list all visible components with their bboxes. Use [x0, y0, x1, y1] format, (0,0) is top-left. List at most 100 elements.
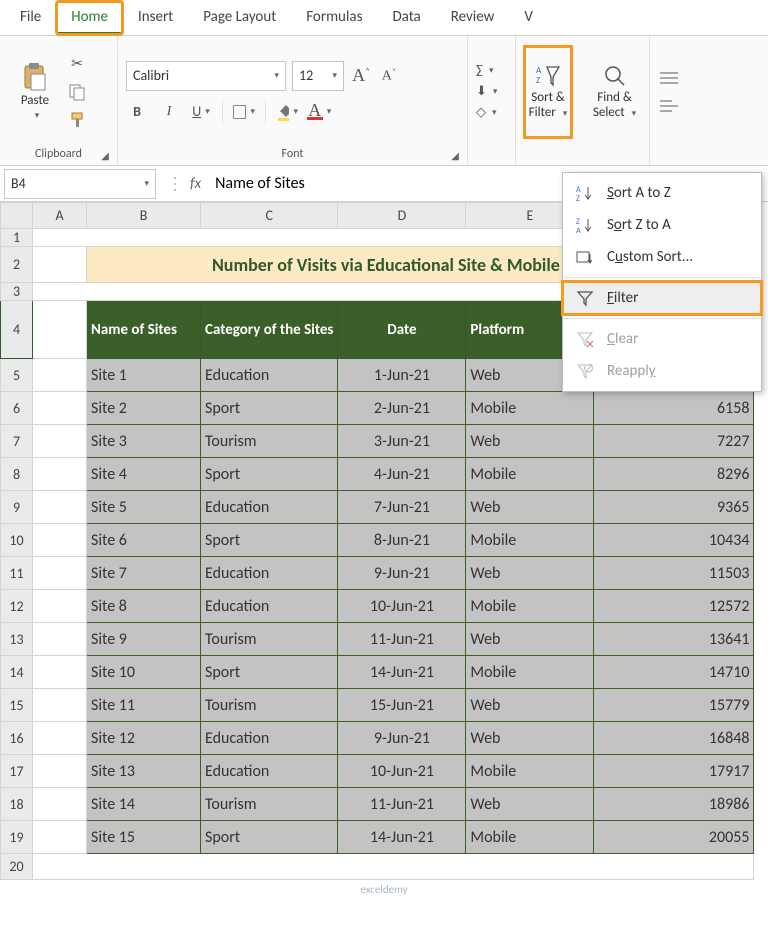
- cell-value[interactable]: 10434: [594, 524, 754, 557]
- cell-category[interactable]: Education: [201, 359, 338, 392]
- cell-site[interactable]: Site 1: [87, 359, 201, 392]
- format-painter-button[interactable]: [66, 109, 88, 131]
- font-size-combo[interactable]: 12▾: [292, 61, 344, 91]
- cell-category[interactable]: Education: [201, 491, 338, 524]
- cell-date[interactable]: 2-Jun-21: [338, 392, 466, 425]
- row-header[interactable]: 1: [1, 229, 33, 247]
- cell-value[interactable]: 8296: [594, 458, 754, 491]
- cell-category[interactable]: Sport: [201, 524, 338, 557]
- cell-date[interactable]: 14-Jun-21: [338, 821, 466, 854]
- row-header[interactable]: 8: [1, 458, 33, 491]
- cell-date[interactable]: 3-Jun-21: [338, 425, 466, 458]
- row-header[interactable]: 20: [1, 854, 33, 880]
- cell-platform[interactable]: Web: [466, 557, 594, 590]
- copy-button[interactable]: [66, 81, 88, 103]
- cell-date[interactable]: 9-Jun-21: [338, 722, 466, 755]
- italic-button[interactable]: I: [158, 101, 180, 123]
- dialog-launcher-icon[interactable]: ◢: [449, 149, 461, 161]
- cell-category[interactable]: Sport: [201, 821, 338, 854]
- cell-site[interactable]: Site 13: [87, 755, 201, 788]
- cell-site[interactable]: Site 7: [87, 557, 201, 590]
- decrease-font-button[interactable]: A˅: [378, 65, 400, 87]
- cell-value[interactable]: 18986: [594, 788, 754, 821]
- cell-value[interactable]: 6158: [594, 392, 754, 425]
- row-header[interactable]: 14: [1, 656, 33, 689]
- clear-button[interactable]: ◇▾: [476, 105, 497, 120]
- cell-category[interactable]: Tourism: [201, 425, 338, 458]
- tab-insert[interactable]: Insert: [124, 2, 187, 34]
- cell-date[interactable]: 4-Jun-21: [338, 458, 466, 491]
- formula-bar-expand-icon[interactable]: [172, 172, 184, 196]
- col-header-A[interactable]: A: [33, 203, 87, 229]
- cell-date[interactable]: 9-Jun-21: [338, 557, 466, 590]
- row-header[interactable]: 18: [1, 788, 33, 821]
- cell-platform[interactable]: Mobile: [466, 458, 594, 491]
- menu-sort-az[interactable]: AZ Sort A to Z: [563, 177, 761, 209]
- menu-filter[interactable]: Filter: [563, 282, 761, 314]
- row-header[interactable]: 5: [1, 359, 33, 392]
- cell-platform[interactable]: Web: [466, 788, 594, 821]
- fill-button[interactable]: ⬇▾: [476, 84, 497, 99]
- cell-date[interactable]: 7-Jun-21: [338, 491, 466, 524]
- col-header-D[interactable]: D: [338, 203, 466, 229]
- cell-platform[interactable]: Mobile: [466, 524, 594, 557]
- row-header[interactable]: 11: [1, 557, 33, 590]
- cell-date[interactable]: 11-Jun-21: [338, 788, 466, 821]
- cell-platform[interactable]: Web: [466, 491, 594, 524]
- cell-category[interactable]: Sport: [201, 656, 338, 689]
- cell-site[interactable]: Site 15: [87, 821, 201, 854]
- cell-platform[interactable]: Mobile: [466, 392, 594, 425]
- cell-category[interactable]: Education: [201, 557, 338, 590]
- cell-site[interactable]: Site 9: [87, 623, 201, 656]
- cell-category[interactable]: Tourism: [201, 788, 338, 821]
- cell-category[interactable]: Sport: [201, 392, 338, 425]
- row-header[interactable]: 19: [1, 821, 33, 854]
- sort-filter-button[interactable]: AZ Sort & Filter ▾: [524, 46, 572, 138]
- cell-date[interactable]: 10-Jun-21: [338, 755, 466, 788]
- align-left[interactable]: [658, 67, 680, 89]
- cell-value[interactable]: 17917: [594, 755, 754, 788]
- dialog-launcher-icon[interactable]: ◢: [99, 149, 111, 161]
- name-box[interactable]: B4 ▾: [4, 169, 156, 199]
- borders-button[interactable]: ▾: [233, 101, 255, 123]
- hdr-category[interactable]: Category of the Sites: [201, 301, 338, 359]
- cell-platform[interactable]: Mobile: [466, 755, 594, 788]
- row-header[interactable]: 9: [1, 491, 33, 524]
- cell-value[interactable]: 16848: [594, 722, 754, 755]
- cell-platform[interactable]: Web: [466, 425, 594, 458]
- cell-date[interactable]: 14-Jun-21: [338, 656, 466, 689]
- cell-date[interactable]: 1-Jun-21: [338, 359, 466, 392]
- tab-data[interactable]: Data: [378, 2, 434, 34]
- cell-site[interactable]: Site 10: [87, 656, 201, 689]
- row-header[interactable]: 6: [1, 392, 33, 425]
- cell-site[interactable]: Site 3: [87, 425, 201, 458]
- row-header[interactable]: 3: [1, 283, 33, 301]
- select-all-button[interactable]: [1, 203, 33, 229]
- cell-site[interactable]: Site 2: [87, 392, 201, 425]
- cell-value[interactable]: 11503: [594, 557, 754, 590]
- cell-category[interactable]: Education: [201, 590, 338, 623]
- tab-file[interactable]: File: [6, 2, 55, 34]
- tab-formulas[interactable]: Formulas: [292, 2, 376, 34]
- bold-button[interactable]: B: [126, 101, 148, 123]
- cell-date[interactable]: 10-Jun-21: [338, 590, 466, 623]
- autosum-button[interactable]: ∑▾: [476, 63, 497, 78]
- cell-value[interactable]: 14710: [594, 656, 754, 689]
- increase-font-button[interactable]: A˄: [350, 65, 372, 87]
- font-color-button[interactable]: A▾: [308, 101, 330, 123]
- row-header[interactable]: 12: [1, 590, 33, 623]
- cell-value[interactable]: 20055: [594, 821, 754, 854]
- cut-button[interactable]: ✂: [66, 53, 88, 75]
- hdr-name[interactable]: Name of Sites: [87, 301, 201, 359]
- cell-category[interactable]: Education: [201, 755, 338, 788]
- cell-site[interactable]: Site 14: [87, 788, 201, 821]
- cell-site[interactable]: Site 12: [87, 722, 201, 755]
- col-header-B[interactable]: B: [87, 203, 201, 229]
- cell-site[interactable]: Site 11: [87, 689, 201, 722]
- row-header[interactable]: 16: [1, 722, 33, 755]
- row-header[interactable]: 13: [1, 623, 33, 656]
- cell-category[interactable]: Sport: [201, 458, 338, 491]
- cell-date[interactable]: 8-Jun-21: [338, 524, 466, 557]
- cell-category[interactable]: Tourism: [201, 623, 338, 656]
- row-header[interactable]: 7: [1, 425, 33, 458]
